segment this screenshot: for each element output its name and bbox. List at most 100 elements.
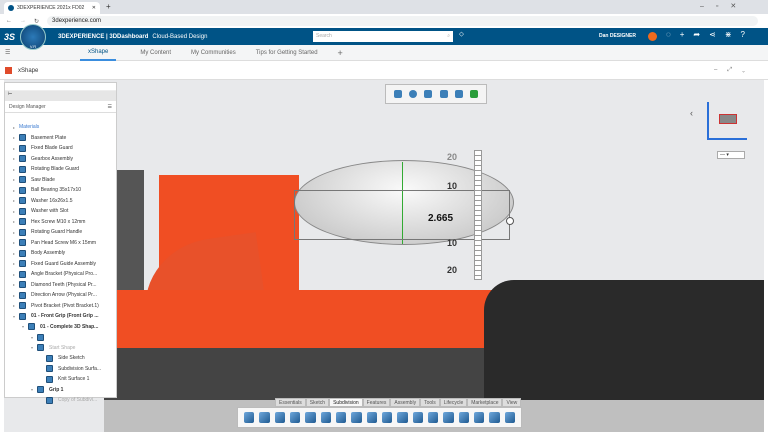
tab-xshape[interactable]: xShape — [80, 45, 117, 61]
new-tab-icon[interactable]: + — [106, 2, 111, 11]
tree-item[interactable]: ▸ Pan Head Screw M6 x 15mm — [5, 238, 116, 249]
material-icon[interactable] — [408, 90, 417, 98]
tree-item[interactable]: ▸ Body Assembly — [5, 248, 116, 259]
tree-item[interactable]: ▾ 01 - Complete 3D Shap... — [5, 322, 116, 333]
expand-icon[interactable]: ▸ — [9, 177, 19, 182]
dimension-value[interactable]: 2.665 — [428, 213, 453, 224]
subdivision-tool-icon[interactable] — [489, 412, 500, 423]
tree-item[interactable]: ▸ Diamond Teeth (Physical Pr... — [5, 280, 116, 291]
search-input[interactable]: Search ⌕ — [313, 31, 453, 42]
tree-item[interactable]: ▾ 01 - Front Grip (Front Grip ... — [5, 311, 116, 322]
search-icon[interactable]: ⌕ — [447, 33, 450, 40]
subdivision-tool-icon[interactable] — [458, 412, 469, 423]
expand-icon[interactable]: ▸ — [9, 198, 19, 203]
tree-item[interactable]: ▾ Start Shape — [5, 343, 116, 354]
tree-item[interactable]: Knit Surface 1 — [5, 374, 116, 385]
sidebar-toggle-icon[interactable]: ☰ — [5, 49, 60, 56]
action-tab[interactable]: Tools — [420, 398, 440, 407]
expand-icon[interactable]: ▾ — [27, 387, 37, 392]
tree-item[interactable]: ▸ Gearbox Assembly — [5, 154, 116, 165]
tree-item[interactable]: ▸ Rotating Guard Handle — [5, 227, 116, 238]
action-tab[interactable]: View — [502, 398, 522, 407]
subdivision-tool-icon[interactable] — [244, 412, 255, 423]
header-actions[interactable]: ◌+➦⋖⋇? — [666, 30, 754, 39]
window-controls[interactable]: –▫✕ — [700, 2, 748, 10]
subdivision-tool-icon[interactable] — [504, 412, 515, 423]
action-tab[interactable]: Sketch — [305, 398, 330, 407]
add-tab-icon[interactable]: + — [338, 48, 343, 58]
compass-icon[interactable]: V.R — [20, 24, 46, 50]
menu-icon[interactable]: ☰ — [108, 104, 112, 110]
expand-icon[interactable]: ▸ — [9, 188, 19, 193]
user-name[interactable]: Dan DESIGNER — [599, 33, 636, 39]
expand-icon[interactable]: ▸ — [9, 219, 19, 224]
view-cube-compass-icon[interactable] — [707, 102, 747, 140]
dashboard-name[interactable]: Cloud-Based Design — [152, 34, 207, 40]
tree-item[interactable]: ▸ Basement Plate — [5, 133, 116, 144]
back-icon[interactable]: ← — [6, 18, 12, 24]
subdivision-tool-icon[interactable] — [305, 412, 316, 423]
tree-item[interactable]: ▸ Fixed Blade Guard — [5, 143, 116, 154]
expand-icon[interactable]: ▸ — [9, 261, 19, 266]
app-window-controls[interactable]: –⤢⌄ — [714, 67, 755, 74]
expand-icon[interactable]: ▾ — [27, 335, 37, 340]
close-tab-icon[interactable]: ✕ — [92, 5, 96, 11]
update-icon[interactable] — [470, 90, 479, 98]
action-tab[interactable]: Assembly — [390, 398, 421, 407]
subdivision-tool-icon[interactable] — [473, 412, 485, 423]
subdivision-tool-icon[interactable] — [320, 412, 331, 423]
nav-left-chevron-icon[interactable]: ‹ — [690, 108, 693, 118]
forward-icon[interactable]: → — [20, 18, 26, 24]
action-tab[interactable]: Subdivision — [329, 398, 363, 407]
subdivision-tool-icon[interactable] — [412, 412, 423, 423]
subdivision-tool-icon[interactable] — [427, 412, 439, 423]
subdivision-tool-icon[interactable] — [274, 412, 285, 423]
expand-icon[interactable]: ▸ — [9, 146, 19, 151]
ruler[interactable] — [474, 150, 482, 280]
expand-icon[interactable]: ▸ — [9, 251, 19, 256]
expand-icon[interactable]: ▸ — [9, 135, 19, 140]
expand-icon[interactable]: ▸ — [9, 240, 19, 245]
action-tab[interactable]: Lifecycle — [439, 398, 468, 407]
expand-icon[interactable]: ▸ — [9, 167, 19, 172]
expand-icon[interactable]: ▸ — [9, 282, 19, 287]
avatar[interactable] — [648, 32, 657, 41]
tree-item[interactable]: ▾ — [5, 332, 116, 343]
action-tab[interactable]: Features — [362, 398, 391, 407]
subdivision-tool-icon[interactable] — [443, 412, 454, 423]
tree-item[interactable]: ▸ Fixed Guard Guide Assembly — [5, 259, 116, 270]
manipulator-handle[interactable] — [506, 217, 514, 225]
browser-tab[interactable]: 3DEXPERIENCE 2021x FD02 ✕ — [4, 2, 100, 14]
tree-item[interactable]: ▸ Pivot Bracket (Pivot Bracket.1) — [5, 301, 116, 312]
expand-icon[interactable]: ▾ — [27, 345, 37, 350]
tree-item[interactable]: ▸ Angle Bracket (Physical Pro... — [5, 269, 116, 280]
tag-icon[interactable]: ⬦ — [459, 31, 464, 39]
tree-item[interactable]: ▸ Rotating Blade Guard — [5, 164, 116, 175]
tree-item[interactable]: ▸ Ball Bearing 35x17x10 — [5, 185, 116, 196]
display-icon[interactable] — [454, 90, 463, 98]
url-field[interactable]: 3dexperience.com — [47, 16, 758, 26]
tab-my-communities[interactable]: My Communities — [191, 50, 236, 56]
tree-item[interactable]: ▸ Saw Blade — [5, 175, 116, 186]
subdivision-tool-icon[interactable] — [397, 412, 408, 423]
tree-item[interactable]: Copy of Subdivi... — [5, 395, 116, 406]
tree-item[interactable]: Subdivision Surfa... — [5, 364, 116, 375]
section-icon[interactable] — [424, 90, 433, 98]
render-mode-icon[interactable] — [393, 90, 402, 98]
tree-item[interactable]: ▸ Hex Screw M10 x 12mm — [5, 217, 116, 228]
tree-item[interactable]: ▾ Grip 1 — [5, 385, 116, 396]
tree-item[interactable]: ▸ Direction Arrow (Physical Pr... — [5, 290, 116, 301]
expand-icon[interactable]: ▸ — [9, 230, 19, 235]
tab-tips[interactable]: Tips for Getting Started — [256, 50, 318, 56]
tab-my-content[interactable]: My Content — [140, 50, 171, 56]
tree-item[interactable]: Side Sketch — [5, 353, 116, 364]
tree-icon[interactable]: ⊢ — [5, 91, 116, 101]
tree-item[interactable]: ▸ Washer with Slot — [5, 206, 116, 217]
expand-icon[interactable]: ▸ — [9, 293, 19, 298]
subdivision-tool-icon[interactable] — [381, 412, 393, 423]
expand-icon[interactable]: ▸ — [9, 156, 19, 161]
expand-icon[interactable]: ▾ — [9, 314, 19, 319]
expand-icon[interactable]: ▸ — [9, 272, 19, 277]
view-dropdown[interactable]: — ▾ — [717, 151, 745, 159]
expand-icon[interactable]: ▾ — [18, 324, 28, 329]
